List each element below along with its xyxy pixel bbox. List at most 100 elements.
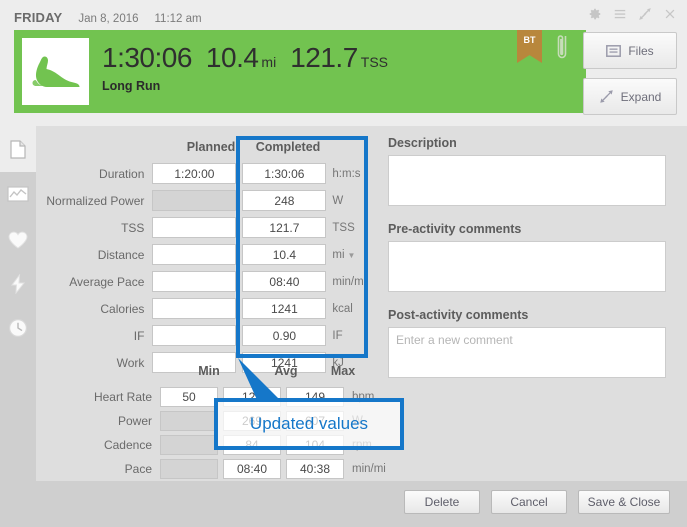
planned-input: [152, 190, 237, 211]
gear-icon[interactable]: [588, 7, 602, 21]
unit-text: kcal: [332, 302, 353, 315]
column-header-planned: Planned: [186, 140, 236, 154]
time-label: 11:12 am: [154, 13, 202, 25]
unit-label[interactable]: mi ▼: [332, 249, 381, 261]
files-icon: [606, 44, 622, 57]
activity-detail-window: FRIDAY Jan 8, 2016 11:12 am 1:30:06 10.4…: [0, 0, 687, 527]
metric-row: Duration h:m:s: [36, 160, 381, 187]
save-close-button[interactable]: Save & Close: [578, 490, 670, 514]
day-of-week-label: FRIDAY: [14, 10, 63, 25]
unit-label: TSS: [332, 222, 381, 234]
metric-row: Distance mi▼: [36, 241, 381, 268]
completed-input[interactable]: [242, 217, 327, 238]
stats-row: Pace min/mi: [36, 456, 416, 481]
planned-input[interactable]: [152, 325, 237, 346]
planned-input[interactable]: [152, 163, 237, 184]
description-label: Description: [388, 136, 457, 150]
description-input[interactable]: [388, 155, 666, 206]
metric-label: Work: [116, 355, 145, 370]
metric-row: Calories kcal: [36, 295, 381, 322]
sidebar-item-power[interactable]: [0, 262, 36, 306]
pre-activity-comments-input[interactable]: [388, 241, 666, 292]
metric-row: IF IF: [36, 322, 381, 349]
shrink-icon[interactable]: [638, 7, 652, 21]
max-input[interactable]: [286, 458, 344, 479]
metric-label: IF: [133, 328, 145, 343]
workout-title: Long Run: [102, 79, 161, 93]
window-controls: [588, 7, 677, 21]
completed-input[interactable]: [242, 244, 327, 265]
completed-input[interactable]: [242, 163, 327, 184]
heart-icon: [8, 231, 28, 249]
stats-label: Heart Rate: [93, 389, 152, 404]
files-button[interactable]: Files: [583, 32, 677, 69]
lightning-icon: [11, 274, 25, 294]
completed-input[interactable]: [242, 271, 327, 292]
unit-label: h:m:s: [332, 168, 381, 180]
min-input: [160, 434, 218, 455]
planned-input[interactable]: [152, 217, 237, 238]
distance-unit-label: mi: [261, 54, 277, 70]
unit-text: mi: [332, 248, 345, 261]
sidebar-item-summary[interactable]: [0, 126, 36, 172]
sidebar-item-graphs[interactable]: [0, 172, 36, 216]
distance-value: 10.4: [205, 42, 259, 73]
footer-bar: Delete Cancel Save & Close: [0, 481, 687, 527]
metric-row: Average Pace min/mi: [36, 268, 381, 295]
metric-label: Calories: [100, 301, 145, 316]
completed-input[interactable]: [242, 325, 327, 346]
paperclip-icon[interactable]: [554, 34, 570, 64]
unit-text: W: [332, 194, 344, 207]
menu-icon[interactable]: [613, 7, 627, 21]
unit-label: kcal: [332, 303, 381, 315]
tss-unit-label: TSS: [360, 54, 389, 70]
tss-value: 121.7: [290, 42, 358, 73]
avg-input[interactable]: [223, 458, 281, 479]
metric-label: Average Pace: [69, 274, 145, 289]
stats-label: Power: [117, 413, 152, 428]
bt-ribbon-badge[interactable]: BT: [517, 30, 542, 63]
metric-row: Normalized Power W: [36, 187, 381, 214]
clock-icon: [9, 319, 27, 337]
callout-updated-values: Updated values: [214, 398, 404, 450]
page-icon: [10, 139, 26, 159]
post-activity-comments-input[interactable]: [388, 327, 666, 378]
date-label: Jan 8, 2016: [78, 13, 139, 25]
cancel-button[interactable]: Cancel: [491, 490, 567, 514]
unit-label: min/mi: [332, 276, 381, 288]
completed-input[interactable]: [242, 190, 327, 211]
window-header: FRIDAY Jan 8, 2016 11:12 am 1:30:06 10.4…: [0, 0, 687, 126]
min-input: [160, 410, 218, 431]
expand-label: Expand: [620, 89, 662, 104]
close-icon[interactable]: [663, 7, 677, 21]
planned-input[interactable]: [152, 244, 237, 265]
metric-row: TSS TSS: [36, 214, 381, 241]
unit-label: IF: [332, 330, 381, 342]
activity-type-icon-box: [22, 38, 89, 105]
min-input: [160, 458, 218, 479]
sidebar-item-heartrate[interactable]: [0, 218, 36, 262]
unit-text: h:m:s: [332, 167, 361, 180]
files-label: Files: [628, 43, 654, 58]
planned-input[interactable]: [152, 298, 237, 319]
callout-tail: [238, 358, 282, 402]
summary-metrics: 1:30:06 10.4 mi 121.7 TSS Long Run: [102, 42, 388, 93]
delete-button[interactable]: Delete: [404, 490, 480, 514]
chart-icon: [7, 186, 29, 202]
planned-input[interactable]: [152, 271, 237, 292]
stats-unit-label: min/mi: [352, 462, 386, 475]
stats-label: Pace: [124, 461, 152, 476]
metric-label: Normalized Power: [46, 193, 145, 208]
chevron-down-icon[interactable]: ▼: [348, 251, 356, 260]
left-icon-rail: [0, 126, 36, 481]
expand-button[interactable]: Expand: [583, 78, 677, 115]
callout-text: Updated values: [249, 414, 369, 433]
completed-input[interactable]: [242, 298, 327, 319]
unit-text: IF: [332, 329, 343, 342]
metric-label: Duration: [99, 166, 145, 181]
activity-summary-banner[interactable]: 1:30:06 10.4 mi 121.7 TSS Long Run BT: [14, 30, 586, 113]
running-shoe-icon: [32, 55, 79, 87]
sidebar-item-laps[interactable]: [0, 306, 36, 350]
notes-column: Description Pre-activity comments Post-a…: [388, 136, 678, 394]
min-input[interactable]: [160, 386, 218, 407]
